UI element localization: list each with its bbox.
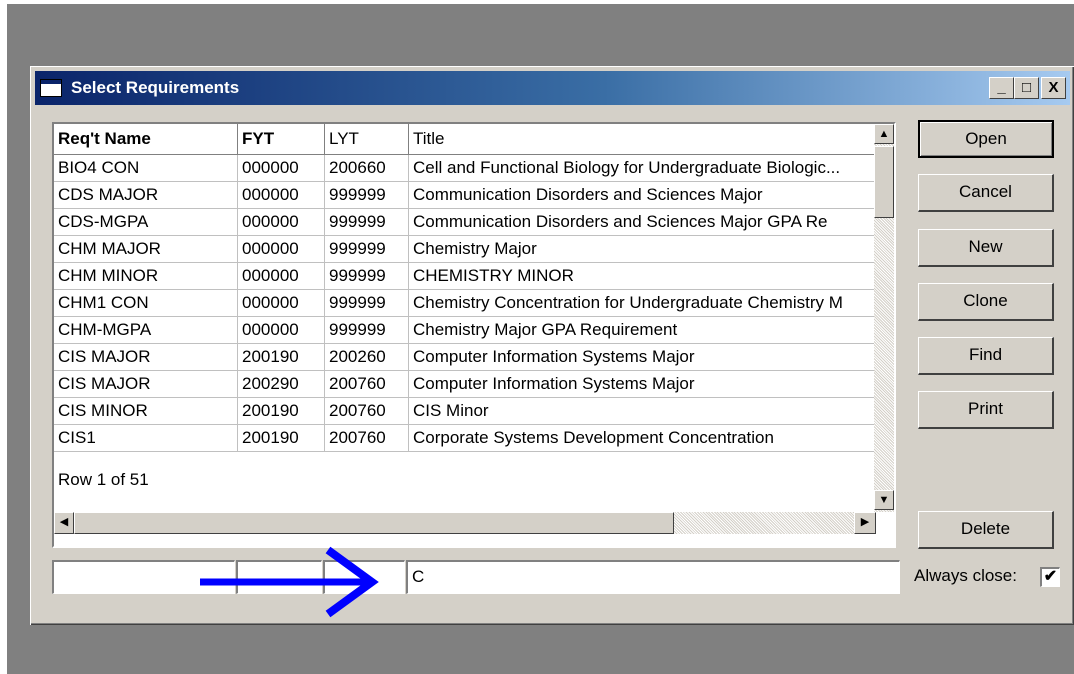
cell-lyt[interactable]: 200760 [325,371,409,398]
column-header-fyt[interactable]: FYT [238,124,325,154]
scroll-left-icon[interactable]: ◀ [54,512,74,534]
window-icon [40,79,62,97]
cell-lyt[interactable]: 200660 [325,155,409,182]
title-bar[interactable]: Select Requirements _ □ X [35,71,1070,105]
row-status: Row 1 of 51 [58,470,149,489]
cell-title[interactable]: CHEMISTRY MINOR [409,263,876,290]
print-button[interactable]: Print [918,391,1054,429]
cell-fyt[interactable]: 000000 [238,155,325,182]
cell-lyt[interactable]: 999999 [325,182,409,209]
grid-rows: BIO4 CON 000000 200660 Cell and Functional … [54,155,876,452]
always-close-checkbox[interactable]: ✔ [1040,567,1060,587]
requirements-grid[interactable]: Req't Name FYT LYT Title BIO4 CON 000000 2… [52,122,896,548]
cell-fyt[interactable]: 000000 [238,209,325,236]
cell-title[interactable]: Cell and Functional Biology for Undergra… [409,155,876,182]
cell-title[interactable]: Communication Disorders and Sciences Maj… [409,182,876,209]
table-row[interactable]: CHM MAJOR 000000 999999 Chemistry Major [54,236,876,263]
table-row[interactable]: CHM MINOR 000000 999999 CHEMISTRY MINOR [54,263,876,290]
cell-fyt[interactable]: 000000 [238,236,325,263]
cell-reqt-name[interactable]: CHM-MGPA [54,317,238,344]
cell-fyt[interactable]: 000000 [238,263,325,290]
filter-title-input[interactable]: C [406,560,900,594]
cell-reqt-name[interactable]: CIS MAJOR [54,371,238,398]
cell-reqt-name[interactable]: CDS-MGPA [54,209,238,236]
cell-lyt[interactable]: 999999 [325,236,409,263]
table-row[interactable]: CDS MAJOR 000000 999999 Communication Disor… [54,182,876,209]
always-close-label: Always close: [914,566,1017,585]
table-row[interactable]: CIS MAJOR 200190 200260 Computer Informatio… [54,344,876,371]
cell-title[interactable]: Communication Disorders and Sciences Maj… [409,209,876,236]
column-header-lyt[interactable]: LYT [325,124,409,154]
cell-lyt[interactable]: 999999 [325,209,409,236]
column-header-title[interactable]: Title [409,124,876,154]
cell-lyt[interactable]: 200760 [325,425,409,452]
cell-title[interactable]: Computer Information Systems Major [409,344,876,371]
table-row[interactable]: CDS-MGPA 000000 999999 Communication Disord… [54,209,876,236]
horizontal-scrollbar[interactable]: ◀ ▶ [54,512,876,534]
cell-reqt-name[interactable]: CHM MAJOR [54,236,238,263]
cell-reqt-name[interactable]: CHM1 CON [54,290,238,317]
cell-lyt[interactable]: 200760 [325,398,409,425]
cell-reqt-name[interactable]: CIS MINOR [54,398,238,425]
cancel-button[interactable]: Cancel [918,174,1054,212]
vertical-scroll-thumb[interactable] [874,146,894,218]
cell-lyt[interactable]: 200260 [325,344,409,371]
cell-title[interactable]: CIS Minor [409,398,876,425]
clone-button[interactable]: Clone [918,283,1054,321]
cell-fyt[interactable]: 200290 [238,371,325,398]
cell-title[interactable]: Chemistry Major GPA Requirement [409,317,876,344]
cell-title[interactable]: Corporate Systems Development Concentrat… [409,425,876,452]
scroll-down-icon[interactable]: ▼ [874,490,894,510]
scroll-right-icon[interactable]: ▶ [854,512,876,534]
cell-reqt-name[interactable]: CIS MAJOR [54,344,238,371]
scroll-up-icon[interactable]: ▲ [874,124,894,144]
close-button[interactable]: X [1041,77,1066,99]
cell-title[interactable]: Computer Information Systems Major [409,371,876,398]
cell-lyt[interactable]: 999999 [325,317,409,344]
right-arrow-icon [200,546,379,618]
cell-fyt[interactable]: 000000 [238,317,325,344]
cell-fyt[interactable]: 200190 [238,425,325,452]
maximize-button[interactable]: □ [1014,77,1039,99]
cell-fyt[interactable]: 000000 [238,182,325,209]
table-row[interactable]: CIS MINOR 200190 200760 CIS Minor [54,398,876,425]
vertical-scrollbar[interactable]: ▲ ▼ [874,124,894,512]
cell-reqt-name[interactable]: CIS1 [54,425,238,452]
find-button[interactable]: Find [918,337,1054,375]
open-button[interactable]: Open [918,120,1054,158]
column-header-reqt-name[interactable]: Req't Name [54,124,238,154]
delete-button[interactable]: Delete [918,511,1054,549]
horizontal-scroll-thumb[interactable] [74,512,674,534]
cell-fyt[interactable]: 000000 [238,290,325,317]
table-row[interactable]: CHM1 CON 000000 999999 Chemistry Concentrat… [54,290,876,317]
cell-reqt-name[interactable]: BIO4 CON [54,155,238,182]
cell-lyt[interactable]: 999999 [325,290,409,317]
table-row[interactable]: CHM-MGPA 000000 999999 Chemistry Major GPA … [54,317,876,344]
minimize-button[interactable]: _ [989,77,1014,99]
table-row[interactable]: BIO4 CON 000000 200660 Cell and Functional … [54,155,876,182]
cell-title[interactable]: Chemistry Concentration for Undergraduat… [409,290,876,317]
cell-fyt[interactable]: 200190 [238,398,325,425]
window-title: Select Requirements [71,78,240,97]
cell-reqt-name[interactable]: CHM MINOR [54,263,238,290]
cell-reqt-name[interactable]: CDS MAJOR [54,182,238,209]
new-button[interactable]: New [918,229,1054,267]
cell-lyt[interactable]: 999999 [325,263,409,290]
grid-header: Req't Name FYT LYT Title [54,124,876,155]
table-row[interactable]: CIS1 200190 200760 Corporate Systems Develo… [54,425,876,452]
cell-fyt[interactable]: 200190 [238,344,325,371]
table-row[interactable]: CIS MAJOR 200290 200760 Computer Informatio… [54,371,876,398]
cell-title[interactable]: Chemistry Major [409,236,876,263]
